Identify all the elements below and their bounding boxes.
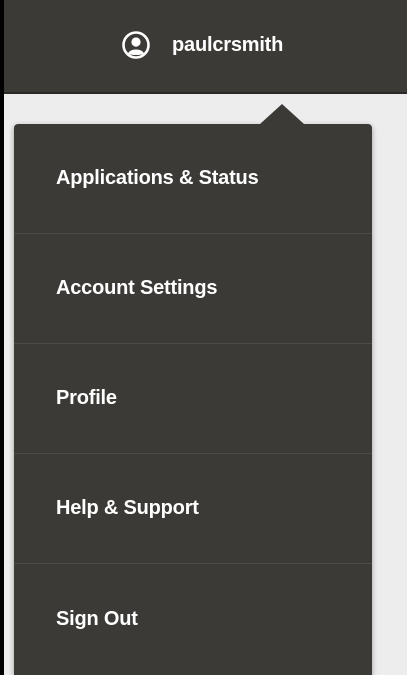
- menu-item-label: Profile: [56, 387, 117, 409]
- menu-item-profile[interactable]: Profile: [14, 344, 372, 454]
- dropdown-caret: [260, 104, 304, 124]
- menu-item-sign-out[interactable]: Sign Out: [14, 564, 372, 674]
- menu-item-account-settings[interactable]: Account Settings: [14, 234, 372, 344]
- menu-item-help-support[interactable]: Help & Support: [14, 454, 372, 564]
- menu-item-label: Sign Out: [56, 607, 138, 630]
- menu-item-label: Applications & Status: [56, 167, 259, 189]
- menu-item-label: Account Settings: [56, 277, 218, 299]
- user-circle-icon: [122, 31, 150, 59]
- username-label: paulcrsmith: [172, 33, 284, 56]
- menu-list: Applications & Status Account Settings P…: [14, 124, 372, 674]
- menu-item-label: Help & Support: [56, 497, 199, 519]
- top-header: paulcrsmith: [4, 0, 407, 94]
- user-menu-toggle[interactable]: paulcrsmith: [122, 20, 283, 70]
- user-dropdown-menu: Applications & Status Account Settings P…: [14, 104, 372, 675]
- menu-item-applications-status[interactable]: Applications & Status: [14, 124, 372, 234]
